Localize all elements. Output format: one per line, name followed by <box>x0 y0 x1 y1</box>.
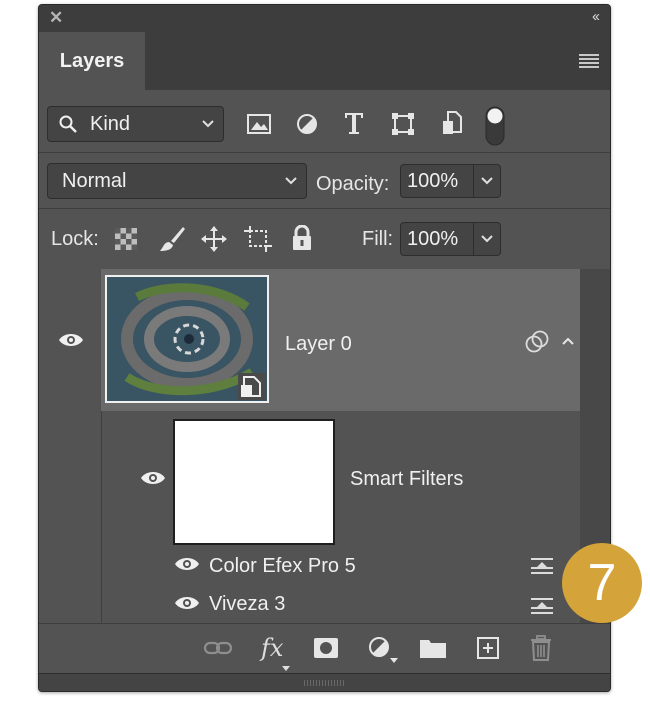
smart-filters-label[interactable]: Smart Filters <box>350 468 463 491</box>
layer-name[interactable]: Layer 0 <box>285 333 352 356</box>
fill-label: Fill: <box>362 228 394 250</box>
layers-list: Layer 0 Smart Filters Color Efex Pro 5 V… <box>39 269 610 623</box>
collapse-icon[interactable]: ‹‹ <box>592 8 600 26</box>
step-number-badge: 7 <box>562 543 642 623</box>
adjustment-icon[interactable] <box>368 636 398 669</box>
fill-field[interactable]: 100% <box>400 222 501 256</box>
lock-transparent-pixels-icon[interactable] <box>115 228 137 255</box>
blend-row: Normal Opacity: 100% <box>39 153 610 208</box>
visibility-eye-icon[interactable] <box>58 332 84 353</box>
smart-filter-indicator-icon <box>525 330 549 359</box>
panel-menu-icon[interactable] <box>579 54 599 70</box>
link-icon[interactable] <box>203 640 233 661</box>
type-filter-icon[interactable] <box>342 110 366 141</box>
fill-value: 100% <box>407 228 459 250</box>
layer-thumbnail[interactable] <box>105 275 269 403</box>
bottom-toolbar: fx <box>39 623 610 674</box>
mask-icon[interactable] <box>313 637 339 664</box>
smart-filter-mask-thumbnail[interactable] <box>173 419 335 545</box>
kind-label: Kind <box>90 113 131 135</box>
opacity-field[interactable]: 100% <box>400 164 501 198</box>
chevron-down-icon <box>284 164 298 210</box>
folder-icon[interactable] <box>419 637 447 664</box>
tab-layers[interactable]: Layers <box>39 32 145 90</box>
lock-image-pixels-icon[interactable] <box>158 225 186 258</box>
chevron-down-icon[interactable] <box>480 223 494 266</box>
opacity-label: Opacity: <box>316 173 390 195</box>
filter-item-name[interactable]: Color Efex Pro 5 <box>209 555 356 578</box>
layers-panel: ✕ ‹‹ Layers Kind Normal Opacity: 100% Lo… <box>38 4 611 692</box>
image-filter-icon[interactable] <box>246 112 272 141</box>
new-layer-icon[interactable] <box>476 636 500 665</box>
visibility-eye-icon[interactable] <box>174 595 200 616</box>
filter-toggle-icon[interactable] <box>485 106 505 151</box>
search-icon <box>58 114 78 140</box>
opacity-value: 100% <box>407 170 459 192</box>
blending-options-icon[interactable] <box>530 596 554 621</box>
panel-footer <box>39 673 610 691</box>
filter-item-name[interactable]: Viveza 3 <box>209 593 285 616</box>
blend-mode-value: Normal <box>62 170 127 192</box>
kind-filter-dropdown[interactable]: Kind <box>47 106 224 142</box>
lock-position-icon[interactable] <box>200 225 228 258</box>
blending-options-icon[interactable] <box>530 556 554 581</box>
chevron-down-icon[interactable] <box>480 165 494 208</box>
lock-label: Lock: <box>51 228 99 250</box>
resize-grip-icon[interactable] <box>304 680 344 686</box>
lock-artboard-icon[interactable] <box>244 226 272 257</box>
trash-icon[interactable] <box>530 635 552 666</box>
panel-titlebar: ✕ ‹‹ <box>39 5 610 32</box>
adjustment-filter-icon[interactable] <box>295 112 319 141</box>
visibility-eye-icon[interactable] <box>174 556 200 577</box>
visibility-eye-icon[interactable] <box>140 470 166 491</box>
fx-icon[interactable]: fx <box>261 634 283 662</box>
lock-all-icon[interactable] <box>291 224 313 256</box>
chevron-down-icon <box>201 107 215 153</box>
lock-row: Lock: Fill: 100% <box>39 209 610 268</box>
tab-row: Layers <box>39 32 610 90</box>
smart-object-filter-icon[interactable] <box>441 110 463 141</box>
shape-filter-icon[interactable] <box>390 111 416 142</box>
close-icon[interactable]: ✕ <box>49 9 63 27</box>
filter-row: Kind <box>39 90 610 152</box>
blend-mode-dropdown[interactable]: Normal <box>47 163 307 199</box>
chevron-up-icon[interactable] <box>561 334 575 352</box>
